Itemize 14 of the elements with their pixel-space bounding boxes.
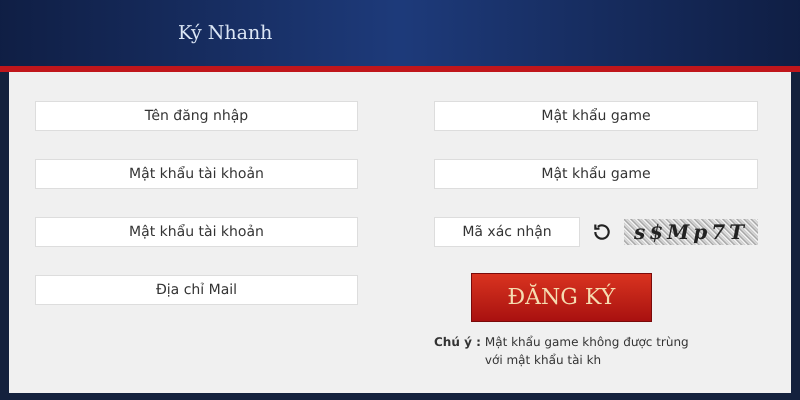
input-field[interactable]: Mật khẩu game <box>434 159 758 189</box>
form-title: Ký Nhanh <box>178 20 272 46</box>
input-field[interactable]: Mật khẩu tài khoản <box>35 159 358 189</box>
captcha-code: s$Mp7T <box>624 219 758 245</box>
note-text: với mật khẩu tài kh <box>484 352 602 369</box>
input-field[interactable]: Mật khẩu game <box>434 101 758 131</box>
input-field[interactable]: Địa chỉ Mail <box>35 275 358 305</box>
input-field[interactable]: Tên đăng nhập <box>35 101 358 131</box>
note-label: Chú ý : <box>434 334 481 351</box>
refresh-icon[interactable] <box>592 222 612 242</box>
note-text: Mật khẩu game không được trùng <box>484 334 689 351</box>
input-field[interactable]: Mã xác nhận <box>434 217 580 247</box>
input-field[interactable]: Mật khẩu tài khoản <box>35 217 358 247</box>
register-button[interactable]: ĐĂNG KÝ <box>470 273 652 322</box>
